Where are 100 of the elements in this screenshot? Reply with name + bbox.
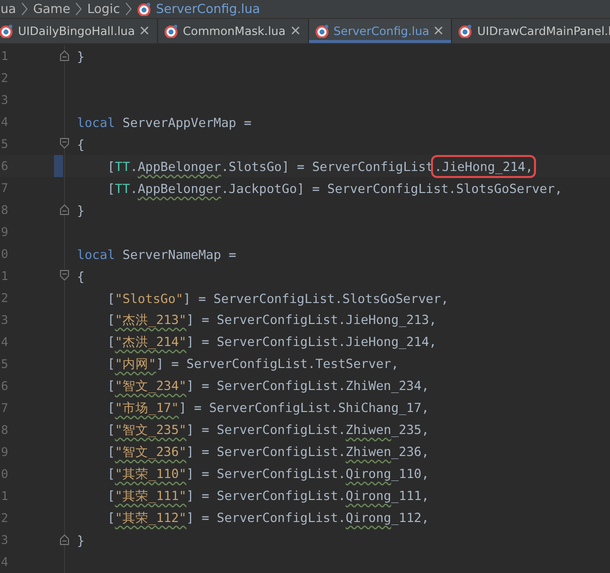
fold-icon[interactable] [60, 50, 69, 61]
line-number: 9 [1, 445, 10, 459]
editor-tab[interactable]: ServerConfig.lua [308, 18, 452, 43]
warning-string-token: "其荣_111" [114, 488, 186, 502]
string-token: "SlotsGo" [114, 290, 184, 306]
breadcrumb-item[interactable]: lua [0, 1, 16, 16]
warning-token: AppBelonger [138, 180, 222, 196]
fold-icon[interactable] [60, 270, 69, 281]
code-text: [ [106, 422, 115, 436]
warning-string-token: "其荣_112" [114, 510, 186, 524]
code-text: ] = ServerConfigList. [186, 488, 346, 502]
keyword-token: local [77, 246, 115, 262]
editor-tab[interactable]: UIDrawCardMainPanel.l [452, 18, 610, 43]
close-icon[interactable] [290, 26, 300, 36]
editor-tab[interactable]: UIDailyBingoHall.lua [0, 18, 158, 43]
warning-token: Qirong [346, 488, 392, 502]
code-text: ] = ServerConfigList. [186, 422, 346, 436]
highlighted-token: .JieHong_214, [433, 156, 534, 176]
close-icon[interactable] [434, 26, 444, 36]
code-text: ] = ServerConfigList. [186, 510, 346, 524]
chevron-icon [21, 2, 28, 16]
code-text: [ [106, 488, 115, 502]
code-text: ] = ServerConfigList.ZhiWen_234, [186, 378, 430, 392]
line-number: 7 [1, 401, 10, 415]
code-text: ] = ServerConfigList. [186, 444, 346, 458]
warning-token: AppBelonger [138, 158, 222, 174]
code-text: [ [106, 334, 115, 348]
lua-file-icon [136, 2, 151, 16]
code-text: _235, [391, 422, 430, 436]
code-text: ] = ServerConfigList.SlotsGoServer, [183, 290, 449, 306]
code-text: } [77, 202, 85, 218]
warning-string-token: "智文_236" [114, 444, 186, 458]
breadcrumb-item[interactable]: Logic [87, 1, 120, 16]
warning-string-token: "市场_17" [114, 400, 179, 414]
close-icon[interactable] [140, 26, 149, 36]
lua-file-icon [164, 24, 178, 38]
warning-string-token: "杰洪_213" [114, 312, 186, 326]
code-text: [ [106, 466, 115, 480]
line-number: 4 [1, 335, 10, 349]
code-text: _110, [391, 466, 430, 480]
warning-string-token: "智文_235" [114, 422, 186, 436]
fold-icon[interactable] [60, 138, 69, 149]
line-number: 5 [1, 137, 10, 151]
code-text: ] = ServerConfigList. [186, 466, 346, 480]
code-text: _236, [391, 444, 430, 458]
line-number: 4 [1, 555, 10, 569]
line-number: 3 [1, 533, 10, 547]
code-text: [ [106, 444, 115, 458]
fold-icon[interactable] [60, 534, 69, 545]
code-text: [ [106, 510, 115, 524]
breadcrumb-item[interactable]: Game [33, 1, 70, 16]
warning-token: Qirong [346, 466, 392, 480]
warning-string-token: "杰洪_214" [114, 334, 186, 348]
line-number: 3 [1, 313, 10, 327]
code-text: [ [106, 356, 115, 370]
keyword-token: local [77, 114, 115, 130]
warning-token: Qirong [346, 510, 392, 524]
code-text: . [130, 180, 138, 196]
warning-token: Zhiwen [346, 444, 392, 458]
line-number: 1 [1, 49, 10, 63]
lua-file-icon [314, 24, 328, 38]
code-text: .JackpotGo] = ServerConfigList.SlotsGoServer, [221, 180, 562, 196]
code-text: ] = ServerConfigList.JieHong_214, [186, 334, 437, 348]
line-number: 3 [1, 93, 10, 107]
line-number: 4 [1, 115, 10, 129]
code-text: ] = ServerConfigList.TestServer, [156, 356, 399, 370]
code-text: [ [106, 290, 115, 306]
warning-string-token: "内网" [114, 356, 156, 370]
line-number: 0 [1, 247, 10, 261]
fold-icon[interactable] [60, 204, 69, 215]
chevron-icon [75, 2, 82, 16]
code-text: [ [106, 158, 115, 174]
code-text: _112, [391, 510, 430, 524]
line-number: 8 [1, 423, 10, 437]
line-number: 6 [1, 379, 10, 393]
line-number: 7 [1, 181, 10, 195]
lua-file-icon [0, 24, 13, 38]
code-text: [ [106, 180, 115, 196]
code-text: { [77, 268, 85, 284]
code-text: [ [106, 378, 115, 392]
line-number: 2 [1, 511, 10, 525]
type-token: TT [114, 158, 130, 174]
code-text: [ [106, 400, 115, 414]
type-token: TT [114, 180, 130, 196]
warning-string-token: "其荣_110" [114, 466, 186, 480]
code-text: .SlotsGo] = ServerConfigList [221, 158, 434, 174]
line-number: 5 [1, 357, 10, 371]
line-number: 1 [1, 489, 10, 503]
lua-file-icon [458, 24, 472, 38]
line-number: 8 [1, 203, 10, 217]
code-text: [ [106, 312, 115, 326]
line-number: 1 [1, 269, 10, 283]
breadcrumb-item[interactable]: ServerConfig.lua [156, 1, 260, 16]
code-text: ServerNameMap = [122, 246, 236, 262]
line-number: 2 [1, 291, 10, 305]
chevron-icon [124, 2, 132, 16]
line-number: 2 [1, 71, 10, 85]
code-text: { [77, 136, 85, 152]
code-text: } [77, 48, 85, 64]
editor-tab[interactable]: CommonMask.lua [158, 18, 308, 43]
